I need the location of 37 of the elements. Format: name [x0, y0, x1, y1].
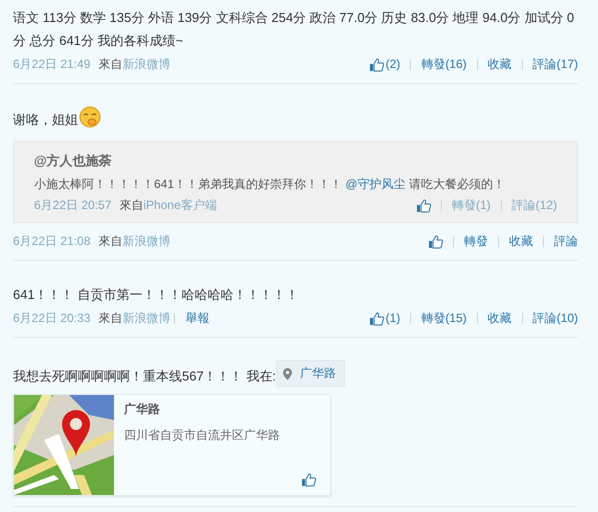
action-link[interactable]: 轉發 [464, 236, 488, 247]
source-link[interactable]: 新浪微博 [122, 233, 170, 250]
source-label: 來自 [98, 310, 122, 327]
thumbs-up-icon[interactable] [416, 198, 431, 212]
source-link[interactable]: 新浪微博 [122, 310, 170, 327]
source-label: 來自 [119, 197, 144, 214]
thumbs-up-icon[interactable] [368, 312, 384, 326]
mention-link[interactable]: @守护风尘 [345, 177, 406, 191]
repost-text: 小施太棒阿！！！！！641！！弟弟我真的好崇拜你！！！ @守护风尘 请吃大餐必须的！ [34, 176, 506, 193]
thumbs-up-icon[interactable] [368, 58, 384, 72]
action-link[interactable]: 轉發(15) [421, 313, 467, 324]
post-text: 语文 113分 数学 135分 外语 139分 文科综合 254分 政治 77.0分 历史 83.0分 地理 94.0分 加试分 0分 总分 641分 我的各科成绩~ [13, 10, 574, 48]
source-label: 來自 [98, 233, 122, 250]
source-link[interactable]: 新浪微博 [122, 56, 170, 73]
post-text: 谢咯，姐姐 [13, 112, 78, 127]
action-link[interactable]: 評論(10) [532, 313, 578, 324]
like-count[interactable]: (1) [386, 313, 400, 324]
action-link[interactable]: 轉發(16) [421, 59, 467, 70]
action-link[interactable]: 收藏 [509, 236, 533, 247]
source-label: 來自 [98, 56, 122, 73]
like-count[interactable]: (2) [386, 59, 400, 70]
action-link[interactable]: 收藏 [488, 59, 512, 70]
post-text: 641！！！ 自贡市第一！！！哈哈哈哈！！！！！ [13, 287, 298, 302]
repost-author[interactable]: @方人也施荼 [34, 152, 557, 170]
location-tag[interactable]: 广华路 [276, 360, 345, 387]
post-text: 我想去死啊啊啊啊啊！重本线567！！！ 我在: [13, 368, 276, 384]
emoticon-icon [79, 106, 101, 128]
action-link[interactable]: 評論(17) [532, 59, 578, 70]
thumbs-up-icon[interactable] [301, 472, 316, 486]
action-link[interactable]: 收藏 [488, 313, 512, 324]
map-pin-icon [282, 368, 292, 380]
report-link[interactable]: 舉報 [174, 313, 210, 324]
location-card[interactable]: 广华路 四川省自贡市自流井区广华路 [13, 394, 331, 496]
action-link[interactable]: 評論 [554, 236, 578, 247]
location-title: 广华路 [124, 400, 161, 418]
thumbs-up-icon[interactable] [428, 234, 443, 248]
location-address: 四川省自贡市自流井区广华路 [124, 426, 281, 444]
